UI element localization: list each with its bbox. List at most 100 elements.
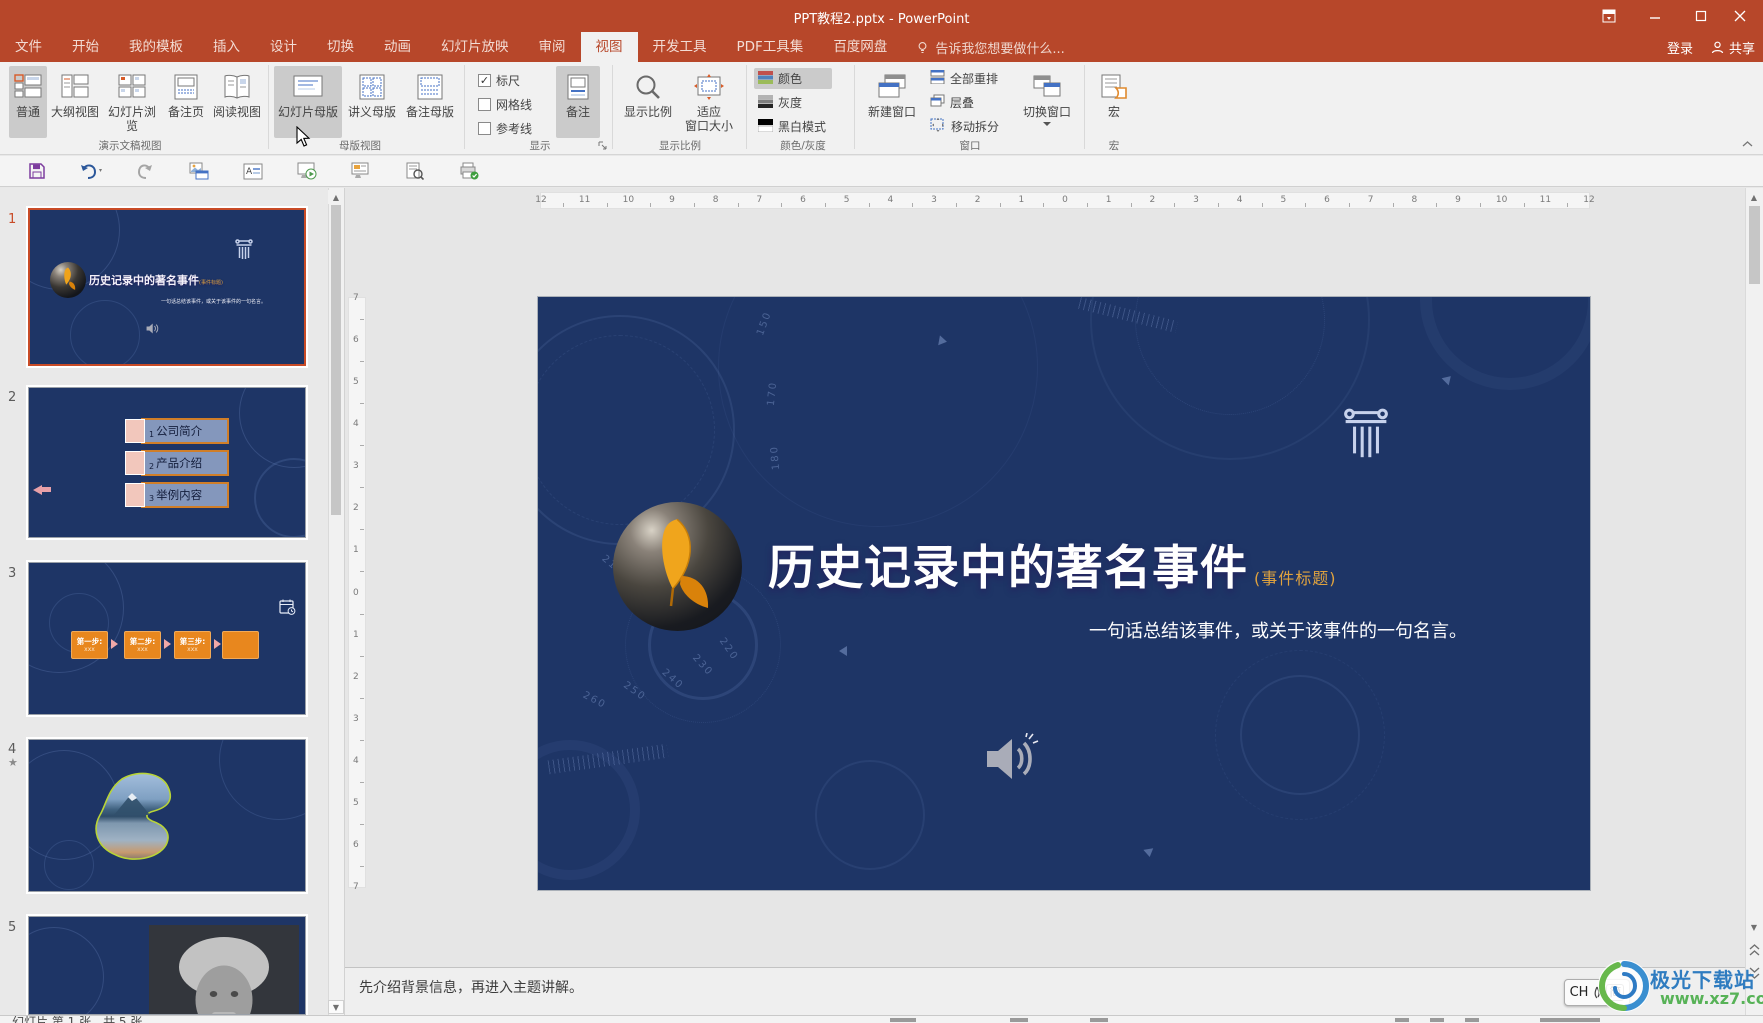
audio-icon[interactable] (983, 733, 1039, 785)
close-button[interactable] (1717, 0, 1763, 32)
h-ruler-number: 1 (1105, 195, 1112, 205)
notes-pane[interactable]: 先介绍背景信息，再进入主题讲解。 (345, 967, 1763, 1015)
tab-transitions[interactable]: 切换 (312, 32, 369, 62)
tell-me-box[interactable]: 告诉我您想要做什么... (916, 32, 1065, 62)
gridlines-checkbox[interactable]: 网格线 (478, 95, 532, 113)
vertical-ruler: 7 6 5 4 3 2 1 0 1 2 3 4 5 6 7 (348, 293, 366, 892)
normal-view-icon (14, 71, 42, 103)
collapse-ribbon-icon[interactable] (1742, 140, 1753, 148)
macros-button[interactable]: 宏 (1092, 66, 1136, 138)
h-ruler-number: 10 (1495, 195, 1508, 205)
slideshow-star-icon[interactable] (344, 158, 378, 184)
dialog-launcher-icon[interactable] (598, 141, 607, 150)
notes-page-icon (173, 71, 199, 103)
group-label-show: 显示 (529, 140, 551, 152)
leaf-photo-circle[interactable] (613, 502, 742, 631)
title-bar: PPT教程2.pptx - PowerPoint (0, 0, 1763, 32)
v-ruler-number: 4 (353, 755, 359, 766)
tab-baidu-netdisk[interactable]: 百度网盘 (818, 32, 902, 62)
handout-master-button[interactable]: 讲义母版 (344, 66, 400, 138)
ruler-checkbox[interactable]: ✓ 标尺 (478, 71, 520, 89)
slide-thumbnail-5[interactable] (26, 914, 308, 1015)
thumb-scrollbar-thumb[interactable] (331, 205, 341, 515)
cascade-button[interactable]: 层叠 (926, 92, 990, 113)
editor-scrollbar-thumb[interactable] (1749, 206, 1760, 284)
black-white-button[interactable]: 黑白模式 (754, 116, 846, 137)
black-white-icon (757, 118, 774, 135)
back-arrow-bar (41, 487, 51, 492)
slide-image-icon[interactable] (182, 158, 216, 184)
color-icon (758, 70, 773, 87)
thumb-scroll-up-icon[interactable]: ▲ (328, 190, 344, 204)
new-window-button[interactable]: 新建窗口 (862, 66, 922, 138)
tab-design[interactable]: 设计 (255, 32, 312, 62)
tab-slideshow[interactable]: 幻灯片放映 (426, 32, 524, 62)
ribbon-display-options-icon[interactable] (1586, 0, 1632, 32)
fit-to-window-button[interactable]: 适应 窗口大小 (678, 66, 740, 138)
notes-text[interactable]: 先介绍背景信息，再进入主题讲解。 (359, 977, 583, 997)
outline-view-icon (61, 71, 89, 103)
save-icon[interactable] (20, 158, 54, 184)
tab-file[interactable]: 文件 (0, 32, 57, 62)
text-layout-icon[interactable]: A (236, 158, 270, 184)
slide-thumbnail-panel: 1 2 3 4 ★ 5 历史记录中的著名事件(事件标题) 一句话总结该事件，或关… (0, 188, 345, 1015)
move-split-icon (930, 118, 946, 135)
slide-title[interactable]: 历史记录中的著名事件 (事件标题) (768, 529, 1337, 598)
v-ruler-number: 1 (353, 545, 359, 556)
v-ruler-number: 3 (353, 461, 359, 472)
leaf-photo-circle (50, 262, 86, 298)
h-ruler-number: 7 (1367, 195, 1374, 205)
arrange-all-icon (930, 69, 945, 87)
tab-review[interactable]: 审阅 (524, 32, 581, 62)
dial-number: 260 (580, 689, 609, 712)
tab-home[interactable]: 开始 (57, 32, 114, 62)
slide-thumbnail-4[interactable] (26, 737, 308, 894)
scroll-up-icon[interactable]: ▲ (1746, 190, 1762, 204)
outline-view-button[interactable]: 大纲视图 (49, 66, 101, 138)
fit-to-window-icon (694, 71, 724, 103)
powerpoint-window: PPT教程2.pptx - PowerPoint 文件 开始 我的模板 插入 设计 切换动… (0, 0, 1763, 1023)
scroll-down-icon[interactable]: ▼ (1746, 920, 1762, 934)
arrange-all-button[interactable]: 全部重排 (926, 68, 1012, 89)
slide-canvas[interactable]: 150170180210260250240230220 历史记录中的著名事件(事… (538, 297, 1590, 890)
step-arrow-icon (111, 639, 118, 649)
notes-master-button[interactable]: 备注母版 (402, 66, 458, 138)
sign-in-button[interactable]: 登录 (1667, 38, 1693, 57)
ribbon-tabs: 文件 开始 我的模板 插入 设计 切换 动画 幻灯片放映 审阅 视图 开发工具 PDF工具集 百度网盘 (0, 32, 902, 62)
quick-print-icon[interactable] (452, 158, 486, 184)
previous-slide-icon[interactable] (1749, 943, 1760, 957)
print-preview-icon[interactable] (398, 158, 432, 184)
play-slideshow-icon[interactable] (290, 158, 324, 184)
tab-pdf-tools[interactable]: PDF工具集 (722, 32, 819, 62)
slide-thumbnail-1[interactable]: 历史记录中的著名事件(事件标题) 一句话总结该事件，或关于该事件的一句名言。 (26, 206, 308, 368)
zoom-button[interactable]: 显示比例 (620, 66, 676, 138)
tab-view[interactable]: 视图 (580, 32, 638, 62)
v-ruler-number: 6 (353, 839, 359, 850)
mouse-cursor (296, 126, 311, 147)
thumb-scroll-down-icon[interactable]: ▼ (328, 1000, 344, 1014)
normal-view-button[interactable]: 普通 (9, 66, 47, 138)
slide-subtitle[interactable]: 一句话总结该事件，或关于该事件的一句名言。 (1089, 617, 1467, 643)
guides-checkbox[interactable]: 参考线 (478, 119, 532, 137)
share-button[interactable]: 共享 (1711, 38, 1755, 57)
notes-page-button[interactable]: 备注页 (163, 66, 209, 138)
undo-icon[interactable] (74, 158, 108, 184)
switch-windows-button[interactable]: 切换窗口 (1016, 66, 1078, 138)
editor-scrollbar[interactable] (1745, 188, 1763, 1015)
group-label-presentation-views: 演示文稿视图 (98, 140, 162, 152)
notes-button[interactable]: 备注 (556, 66, 600, 138)
reading-view-button[interactable]: 阅读视图 (211, 66, 263, 138)
tab-developer[interactable]: 开发工具 (638, 32, 722, 62)
tab-my-templates[interactable]: 我的模板 (114, 32, 198, 62)
slide-thumbnail-3[interactable]: 第一步: xxx 第二步: xxx 第三步: xxx (26, 560, 308, 717)
move-split-button[interactable]: 移动拆分 (926, 116, 1012, 137)
redo-icon[interactable] (128, 158, 162, 184)
tab-insert[interactable]: 插入 (198, 32, 255, 62)
h-ruler-number: 3 (931, 195, 937, 205)
slide-thumbnail-2[interactable]: 1 公司简介 2 产品介绍 3 举例内容 (26, 385, 308, 540)
color-button[interactable]: 颜色 (754, 68, 832, 89)
tab-animations[interactable]: 动画 (369, 32, 426, 62)
minimize-button[interactable] (1632, 0, 1678, 32)
slide-sorter-button[interactable]: 幻灯片浏览 (103, 66, 161, 138)
grayscale-button[interactable]: 灰度 (754, 92, 832, 113)
